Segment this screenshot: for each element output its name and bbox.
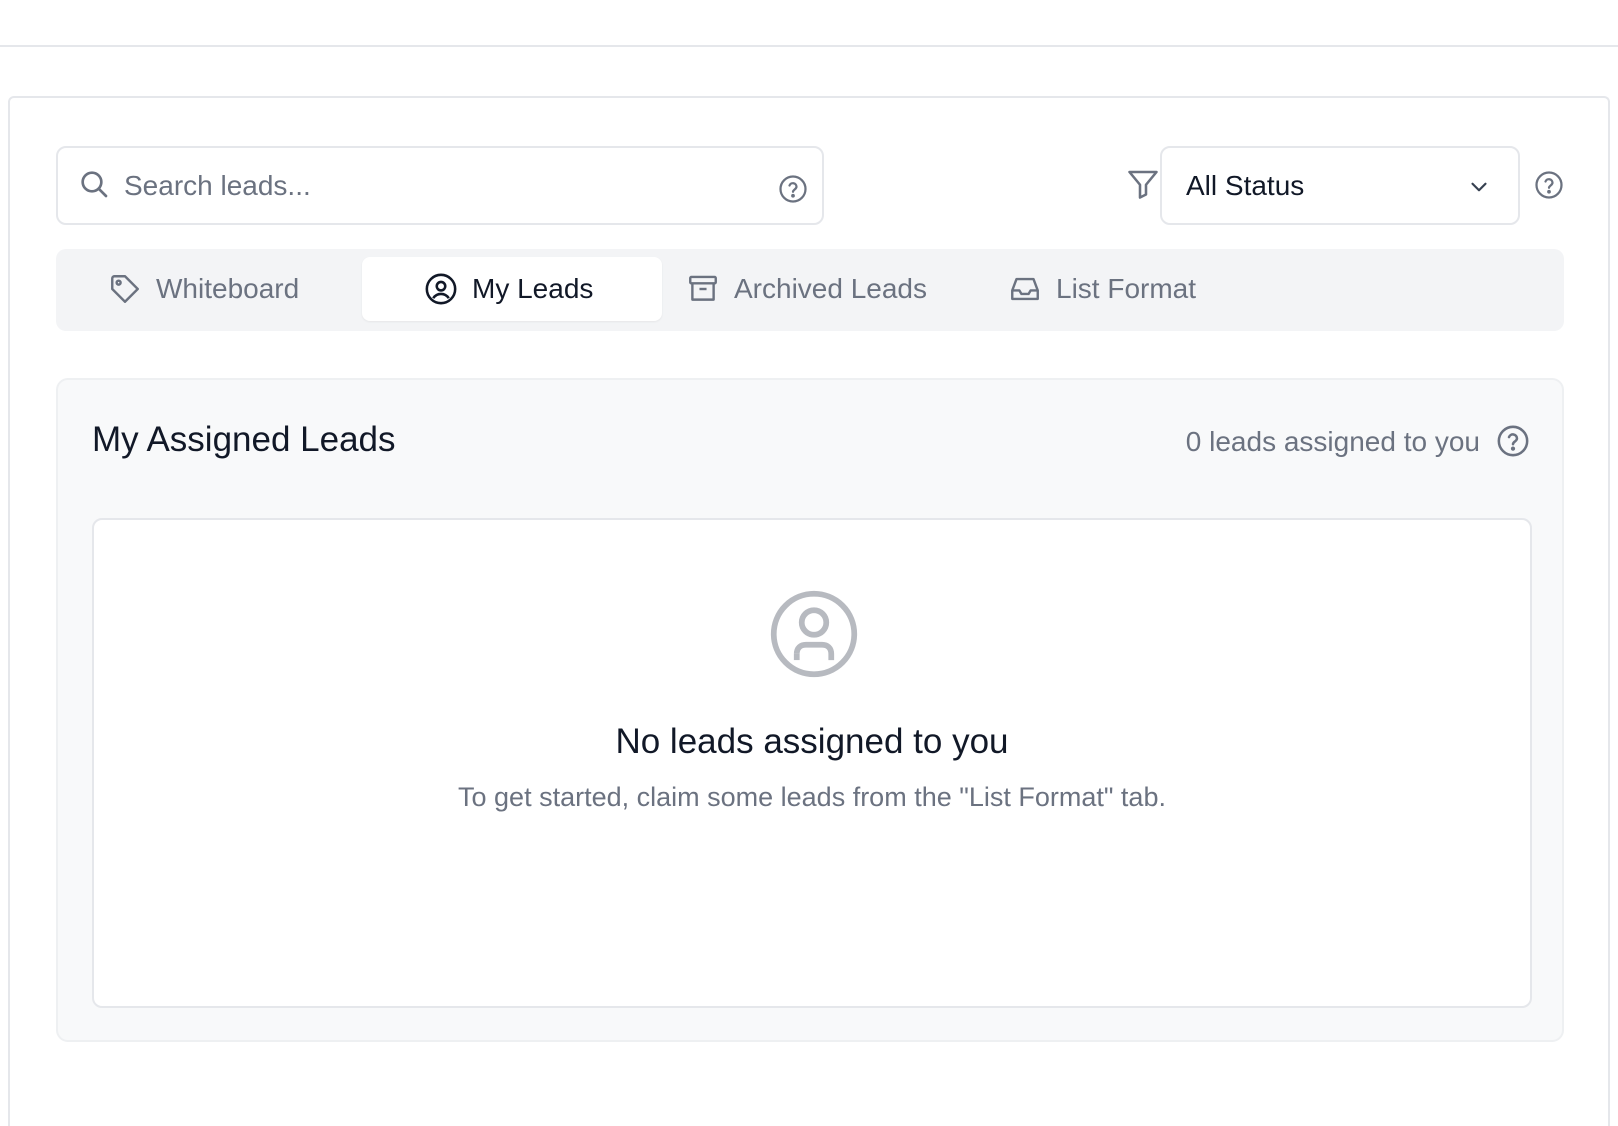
tab-label: List Format xyxy=(1056,273,1197,304)
assigned-count: 0 leads assigned to you xyxy=(1185,426,1480,457)
search-icon xyxy=(81,171,108,198)
user-circle-icon xyxy=(770,590,858,678)
tab-label: Whiteboard xyxy=(156,273,300,304)
tag-icon xyxy=(111,275,139,303)
status-filter-select[interactable]: All Status xyxy=(1160,146,1520,225)
empty-state-subtitle: To get started, claim some leads from th… xyxy=(458,782,1166,812)
assigned-leads-card: My Assigned Leads 0 leads assigned to yo… xyxy=(56,378,1564,1042)
archive-icon xyxy=(689,275,717,301)
help-circle-icon[interactable] xyxy=(778,174,808,204)
search-input[interactable] xyxy=(124,160,744,212)
tab-my-leads[interactable]: My Leads xyxy=(362,257,662,321)
tab-archived-leads[interactable]: Archived Leads xyxy=(686,257,927,321)
user-circle-icon xyxy=(425,273,457,305)
search-box[interactable] xyxy=(56,146,824,225)
empty-state-title: No leads assigned to you xyxy=(615,722,1009,761)
empty-state: No leads assigned to you To get started,… xyxy=(92,518,1532,1008)
help-circle-icon[interactable] xyxy=(1534,170,1564,200)
inbox-icon xyxy=(1011,277,1039,301)
tab-label: Archived Leads xyxy=(734,273,928,304)
help-circle-icon[interactable] xyxy=(1496,424,1530,458)
section-title: My Assigned Leads xyxy=(92,420,396,459)
chevron-down-icon xyxy=(1471,182,1487,192)
filter-icon[interactable] xyxy=(1125,166,1161,202)
tab-list-format[interactable]: List Format xyxy=(1008,257,1196,321)
tab-whiteboard[interactable]: Whiteboard xyxy=(108,257,299,321)
top-bar xyxy=(0,0,1618,47)
view-tabs: Whiteboard My Leads Archived Leads List … xyxy=(56,249,1564,331)
status-filter-value: All Status xyxy=(1186,170,1305,201)
tab-label: My Leads xyxy=(472,273,594,304)
